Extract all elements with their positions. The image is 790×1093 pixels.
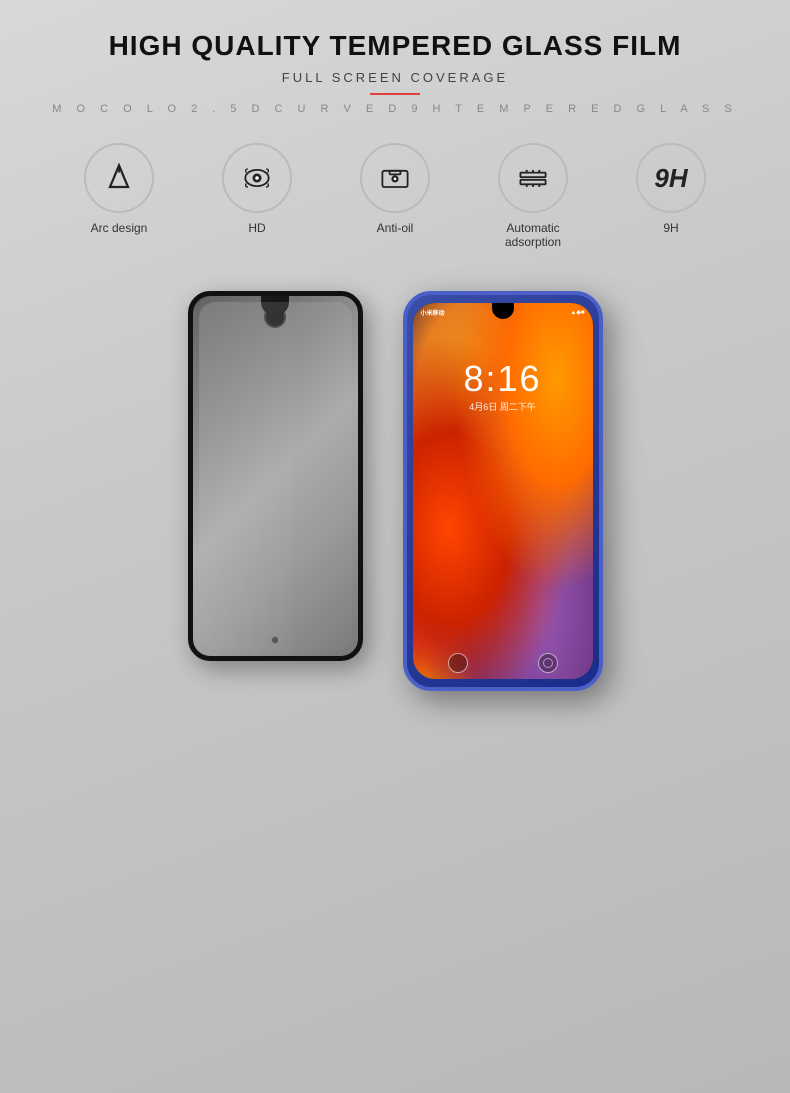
glass-film-dot bbox=[271, 636, 279, 644]
phone-power-button bbox=[601, 355, 603, 395]
adsorption-label: Automatic adsorption bbox=[478, 221, 588, 249]
hd-icon bbox=[222, 143, 292, 213]
glass-film-mockup bbox=[188, 291, 363, 661]
feature-antioil: Anti-oil bbox=[340, 143, 450, 235]
arc-label: Arc design bbox=[91, 221, 148, 235]
phone-volume-up-button bbox=[403, 345, 405, 370]
phone-bottom-bar bbox=[413, 653, 593, 673]
antioil-icon bbox=[360, 143, 430, 213]
adsorption-icon bbox=[498, 143, 568, 213]
feature-adsorption: Automatic adsorption bbox=[478, 143, 588, 249]
phone-time-area: 8:16 4月6日 周二下午 bbox=[413, 358, 593, 413]
9h-text: 9H bbox=[654, 163, 687, 194]
hd-label: HD bbox=[248, 221, 265, 235]
feature-hd: HD bbox=[202, 143, 312, 235]
phone-camera-button bbox=[538, 653, 558, 673]
main-container: HIGH QUALITY TEMPERED GLASS FILM FULL SC… bbox=[0, 0, 790, 1093]
phone-wallpaper: 小米移动 ▲◆■ 8:16 4月6日 周二下午 bbox=[413, 303, 593, 679]
subtitle-underline bbox=[370, 93, 420, 95]
feature-arc: Arc design bbox=[64, 143, 174, 235]
feature-9h: 9H 9H bbox=[616, 143, 726, 235]
main-title: HIGH QUALITY TEMPERED GLASS FILM bbox=[109, 30, 682, 62]
phone-carrier: 小米移动 bbox=[421, 308, 445, 317]
phone-status-icons: ▲◆■ bbox=[570, 309, 584, 316]
phones-section: 小米移动 ▲◆■ 8:16 4月6日 周二下午 bbox=[188, 291, 603, 691]
smartphone-mockup: 小米移动 ▲◆■ 8:16 4月6日 周二下午 bbox=[403, 291, 603, 691]
phone-status-bar: 小米移动 ▲◆■ bbox=[421, 305, 585, 319]
9h-label: 9H bbox=[663, 221, 678, 235]
phone-volume-down-button bbox=[403, 380, 405, 415]
tagline: M O C O L O 2 . 5 D C U R V E D 9 H T E … bbox=[52, 103, 738, 115]
subtitle: FULL SCREEN COVERAGE bbox=[282, 70, 508, 85]
phone-silent-button bbox=[403, 423, 405, 458]
phone-time: 8:16 bbox=[413, 358, 593, 400]
9h-icon: 9H bbox=[636, 143, 706, 213]
arc-icon bbox=[84, 143, 154, 213]
glass-film-reflection bbox=[193, 296, 292, 656]
antioil-label: Anti-oil bbox=[377, 221, 414, 235]
smartphone-screen: 小米移动 ▲◆■ 8:16 4月6日 周二下午 bbox=[413, 303, 593, 679]
features-row: Arc design HD bbox=[64, 143, 726, 249]
phone-home-button bbox=[448, 653, 468, 673]
phone-date: 4月6日 周二下午 bbox=[413, 400, 593, 413]
